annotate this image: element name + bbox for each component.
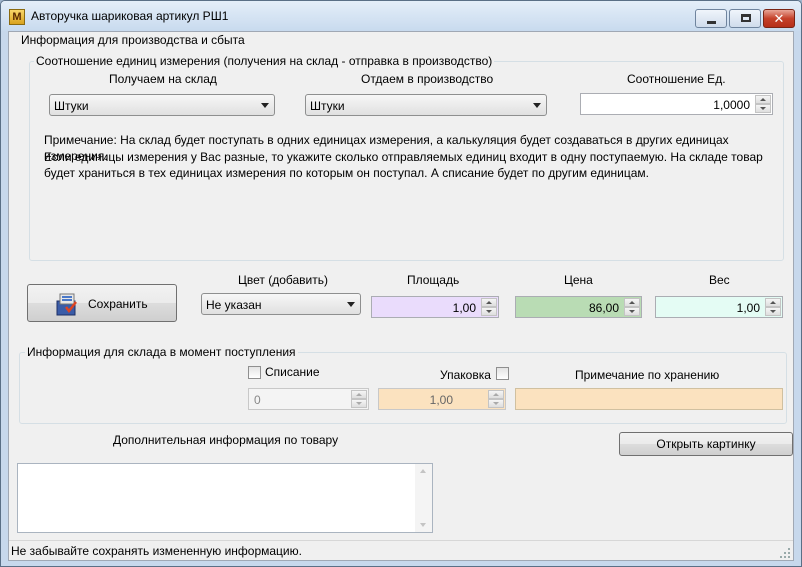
color-value: Не указан (206, 298, 262, 312)
save-button-label: Сохранить (88, 297, 148, 311)
storage-note-label: Примечание по хранению (575, 368, 720, 382)
client-area: Информация для производства и сбыта Соот… (8, 31, 794, 561)
title-bar[interactable]: M Авторучка шариковая артикул РШ1 ✕ (1, 1, 801, 31)
receive-label: Получаем на склад (109, 72, 217, 86)
app-icon: M (9, 9, 25, 25)
area-spinner[interactable]: 1,00 (371, 296, 499, 318)
chevron-down-icon (347, 302, 355, 307)
status-text: Не забывайте сохранять измененную информ… (11, 544, 302, 558)
open-picture-button[interactable]: Открыть картинку (619, 432, 793, 456)
minimize-icon (707, 21, 716, 24)
writeoff-spin-buttons[interactable] (351, 390, 367, 408)
receive-unit-select[interactable]: Штуки (49, 94, 275, 116)
ratio-spin-buttons[interactable] (755, 95, 771, 113)
weight-label: Вес (709, 273, 730, 287)
ratio-label: Соотношение Ед. (627, 72, 726, 86)
writeoff-spinner[interactable]: 0 (248, 388, 369, 410)
close-icon: ✕ (773, 11, 785, 26)
pack-value: 1,00 (429, 393, 453, 407)
price-spin-buttons[interactable] (624, 298, 640, 316)
weight-spinner[interactable]: 1,00 (655, 296, 783, 318)
spin-up-icon[interactable] (765, 298, 781, 307)
pack-spinner[interactable]: 1,00 (378, 388, 506, 410)
area-value: 1,00 (452, 301, 476, 315)
area-label: Площадь (407, 273, 460, 287)
storage-note-input[interactable] (515, 388, 783, 410)
send-unit-value: Штуки (310, 99, 345, 113)
price-value: 86,00 (588, 301, 619, 315)
spin-down-icon[interactable] (351, 399, 367, 408)
color-select[interactable]: Не указан (201, 293, 361, 315)
price-label: Цена (564, 273, 593, 287)
scroll-down-icon[interactable] (420, 523, 426, 527)
send-unit-select[interactable]: Штуки (305, 94, 547, 116)
spin-up-icon[interactable] (488, 390, 504, 399)
extra-info-textarea[interactable] (17, 463, 433, 533)
spin-down-icon[interactable] (481, 307, 497, 316)
ratio-value: 1,0000 (713, 98, 750, 112)
spin-down-icon[interactable] (624, 307, 640, 316)
price-spinner[interactable]: 86,00 (515, 296, 642, 318)
pack-label: Упаковка (440, 368, 491, 382)
chevron-down-icon (533, 103, 541, 108)
spin-down-icon[interactable] (488, 399, 504, 408)
pack-spin-buttons[interactable] (488, 390, 504, 408)
window-title: Авторучка шариковая артикул РШ1 (31, 9, 229, 23)
spin-up-icon[interactable] (481, 298, 497, 307)
unit-note-line-2: Если единицы измерения у Вас разные, то … (44, 150, 763, 164)
textarea-scrollbar[interactable] (415, 464, 432, 532)
spin-up-icon[interactable] (755, 95, 771, 104)
send-label: Отдаем в производство (361, 72, 494, 86)
save-icon (56, 293, 77, 316)
save-button[interactable]: Сохранить (27, 284, 177, 322)
maximize-icon (741, 14, 751, 22)
spin-down-icon[interactable] (755, 104, 771, 113)
app-window: M Авторучка шариковая артикул РШ1 ✕ Инфо… (0, 0, 802, 567)
production-group-title: Информация для производства и сбыта (19, 33, 247, 47)
unit-note-line-3: будет храниться в тех единицах измерения… (44, 166, 650, 180)
writeoff-value: 0 (254, 393, 261, 407)
ratio-spinner[interactable]: 1,0000 (580, 93, 773, 115)
writeoff-label: Списание (265, 365, 320, 379)
resize-grip-icon[interactable] (779, 547, 791, 559)
chevron-down-icon (261, 103, 269, 108)
maximize-button[interactable] (729, 9, 761, 28)
minimize-button[interactable] (695, 9, 727, 28)
color-label: Цвет (добавить) (238, 273, 328, 287)
spin-up-icon[interactable] (624, 298, 640, 307)
status-bar: Не забывайте сохранять измененную информ… (9, 540, 793, 561)
scroll-up-icon[interactable] (420, 469, 426, 473)
extra-info-label: Дополнительная информация по товару (113, 433, 339, 447)
weight-value: 1,00 (736, 301, 760, 315)
receive-unit-value: Штуки (54, 99, 89, 113)
area-spin-buttons[interactable] (481, 298, 497, 316)
spin-up-icon[interactable] (351, 390, 367, 399)
spin-down-icon[interactable] (765, 307, 781, 316)
weight-spin-buttons[interactable] (765, 298, 781, 316)
close-button[interactable]: ✕ (763, 9, 795, 28)
pack-checkbox[interactable] (496, 367, 509, 380)
warehouse-group-title: Информация для склада в момент поступлен… (25, 345, 298, 359)
writeoff-checkbox[interactable] (248, 366, 261, 379)
ratio-group-title: Соотношение единиц измерения (получения … (34, 54, 495, 68)
